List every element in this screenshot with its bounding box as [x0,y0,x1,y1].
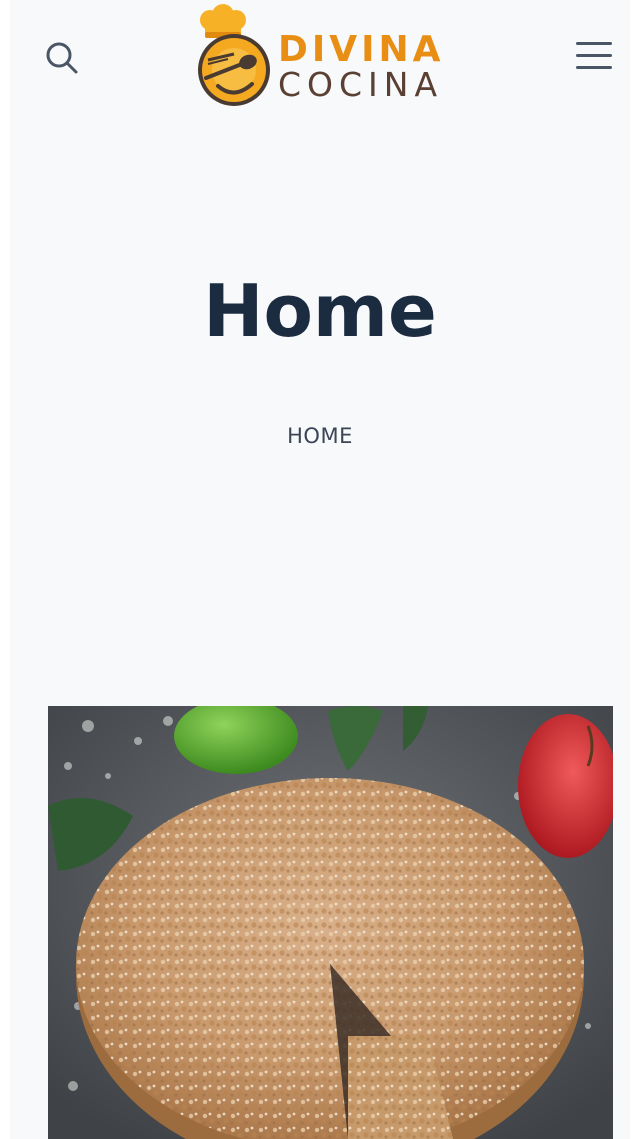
featured-image[interactable] [48,706,613,1139]
breadcrumb: HOME [10,424,630,448]
logo-text-cocina: COCINA [278,65,444,104]
chef-hat-plate-icon [198,4,270,106]
page: DIVINA COCINA Home HOME [10,0,630,1139]
search-button[interactable] [44,40,80,76]
hamburger-menu-icon [576,42,612,69]
page-title: Home [203,269,437,353]
search-icon [46,42,78,74]
menu-button[interactable] [574,38,614,74]
breadcrumb-item-home[interactable]: HOME [287,424,353,448]
site-logo[interactable]: DIVINA COCINA [192,4,472,108]
apple-crumble-cake-photo [48,706,613,1139]
logo-text-divina: DIVINA [278,29,445,70]
site-header: DIVINA COCINA [10,0,630,115]
